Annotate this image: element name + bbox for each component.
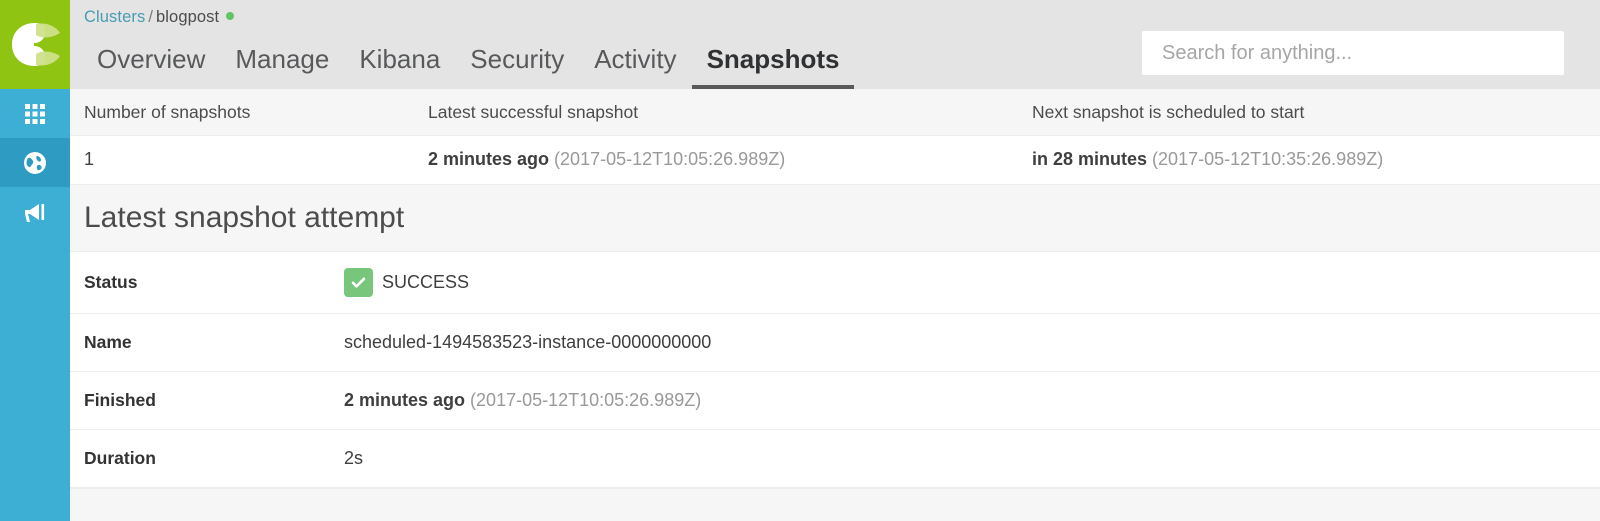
- table-row: 1 2 minutes ago (2017-05-12T10:05:26.989…: [70, 135, 1600, 185]
- sidebar-item-announcements[interactable]: [0, 187, 70, 236]
- sidebar-filler: [0, 236, 70, 521]
- status-badge: [344, 268, 373, 297]
- globe-icon: [24, 151, 46, 174]
- label-finished: Finished: [70, 371, 344, 430]
- sidebar-item-regions[interactable]: [0, 138, 70, 187]
- table-row: Name scheduled-1494583523-instance-00000…: [70, 313, 1600, 372]
- table-row: Status SUCCESS: [70, 252, 1600, 314]
- nav-tabs: Overview Manage Kibana Security Activity…: [82, 44, 855, 89]
- breadcrumb-link-clusters[interactable]: Clusters: [84, 8, 145, 26]
- megaphone-icon: [25, 203, 45, 222]
- next-relative-time: in 28 minutes: [1032, 149, 1148, 169]
- elastic-cloud-logo[interactable]: [0, 0, 70, 89]
- label-duration: Duration: [70, 429, 344, 488]
- finished-absolute-time: (2017-05-12T10:05:26.989Z): [470, 390, 702, 410]
- table-row: Duration 2s: [70, 429, 1600, 488]
- page-header: Clusters / blogpost Overview Manage Kibana…: [70, 0, 1600, 89]
- status-value: SUCCESS: [382, 272, 470, 292]
- elastic-cloud-logo-icon: [0, 0, 70, 89]
- cell-snapshot-name: scheduled-1494583523-instance-0000000000: [344, 313, 1600, 372]
- tab-snapshots[interactable]: Snapshots: [691, 44, 855, 89]
- breadcrumb: Clusters / blogpost: [84, 7, 235, 27]
- tab-manage[interactable]: Manage: [220, 44, 344, 89]
- content-footer-strip: [70, 488, 1600, 521]
- header-next-snapshot-scheduled: Next snapshot is scheduled to start: [1018, 89, 1600, 136]
- cluster-status-dot-icon: [226, 12, 235, 20]
- sidebar-item-deployments[interactable]: [0, 89, 70, 138]
- tab-overview[interactable]: Overview: [82, 44, 220, 89]
- app-root: Clusters / blogpost Overview Manage Kibana…: [0, 0, 1600, 521]
- next-absolute-time: (2017-05-12T10:35:26.989Z): [1152, 149, 1384, 169]
- label-name: Name: [70, 313, 344, 372]
- snapshot-summary-table: Number of snapshots Latest successful sn…: [70, 89, 1600, 185]
- page-title: Latest snapshot attempt: [84, 201, 405, 234]
- cell-latest-successful-snapshot: 2 minutes ago (2017-05-12T10:05:26.989Z): [414, 135, 1018, 185]
- tab-security[interactable]: Security: [455, 44, 579, 89]
- header-number-of-snapshots: Number of snapshots: [70, 89, 414, 136]
- breadcrumb-separator: /: [148, 8, 154, 26]
- table-row: Finished 2 minutes ago (2017-05-12T10:05…: [70, 371, 1600, 430]
- tab-kibana[interactable]: Kibana: [344, 44, 455, 89]
- finished-relative-time: 2 minutes ago: [344, 390, 466, 410]
- cell-next-snapshot-time: in 28 minutes (2017-05-12T10:35:26.989Z): [1018, 135, 1600, 185]
- cell-duration: 2s: [344, 429, 1600, 488]
- latest-absolute-time: (2017-05-12T10:05:26.989Z): [554, 149, 786, 169]
- main-content: Clusters / blogpost Overview Manage Kibana…: [70, 0, 1600, 521]
- search-input[interactable]: [1142, 31, 1564, 75]
- cell-snapshot-count: 1: [70, 135, 414, 185]
- check-icon: [351, 277, 366, 288]
- breadcrumb-current-cluster: blogpost: [156, 8, 220, 26]
- table-header-row: Number of snapshots Latest successful sn…: [70, 89, 1600, 136]
- cell-finished: 2 minutes ago (2017-05-12T10:05:26.989Z): [344, 371, 1600, 430]
- latest-attempt-details-table: Status SUCCESS Name scheduled-1494583523…: [70, 252, 1600, 488]
- header-latest-successful-snapshot: Latest successful snapshot: [414, 89, 1018, 136]
- label-status: Status: [70, 252, 344, 314]
- grid-icon: [25, 103, 45, 124]
- latest-attempt-section-header: Latest snapshot attempt: [70, 185, 1600, 252]
- latest-relative-time: 2 minutes ago: [428, 149, 550, 169]
- cell-status: SUCCESS: [344, 252, 1600, 314]
- tab-activity[interactable]: Activity: [579, 44, 691, 89]
- sidebar: [0, 0, 70, 521]
